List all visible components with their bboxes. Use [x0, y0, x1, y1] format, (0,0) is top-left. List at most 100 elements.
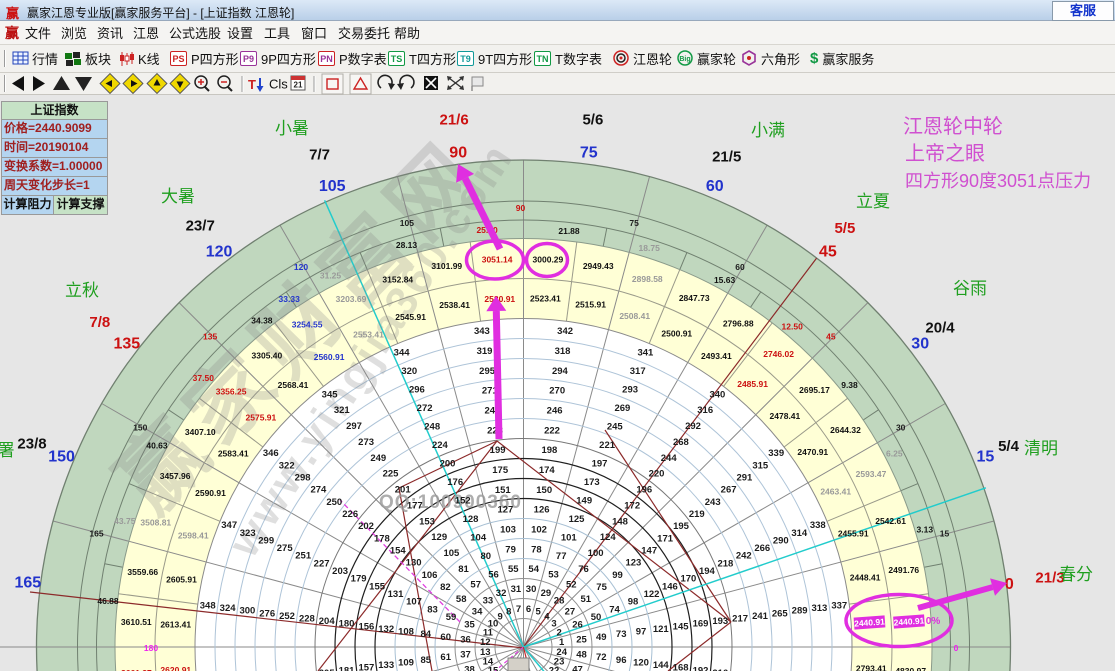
svg-text:132: 132 — [378, 624, 394, 635]
svg-text:15.63: 15.63 — [714, 275, 736, 285]
svg-text:3000.29: 3000.29 — [533, 254, 564, 264]
svg-text:323: 323 — [240, 528, 256, 539]
svg-text:15: 15 — [977, 449, 995, 466]
svg-text:51: 51 — [581, 594, 592, 605]
svg-text:春分: 春分 — [1059, 565, 1093, 584]
svg-text:175: 175 — [492, 465, 509, 476]
svg-text:82: 82 — [440, 582, 451, 593]
svg-text:2796.88: 2796.88 — [723, 318, 754, 328]
svg-text:197: 197 — [592, 459, 608, 470]
svg-text:34.38: 34.38 — [251, 316, 273, 326]
svg-text:346: 346 — [263, 448, 279, 459]
svg-text:江恩轮中轮: 江恩轮中轮 — [903, 115, 1003, 138]
svg-text:2491.76: 2491.76 — [888, 565, 919, 575]
svg-text:204: 204 — [319, 616, 336, 627]
svg-text:3508.81: 3508.81 — [140, 518, 171, 528]
svg-text:227: 227 — [314, 558, 330, 569]
svg-text:84: 84 — [421, 629, 432, 640]
svg-text:293: 293 — [622, 385, 638, 396]
svg-text:165: 165 — [14, 575, 41, 592]
svg-text:144: 144 — [653, 660, 670, 671]
svg-text:21/6: 21/6 — [439, 112, 468, 129]
svg-text:180: 180 — [339, 619, 355, 630]
svg-text:217: 217 — [732, 614, 748, 625]
svg-text:2793.41: 2793.41 — [856, 663, 887, 671]
svg-text:31.25: 31.25 — [320, 271, 342, 281]
svg-text:2613.41: 2613.41 — [160, 620, 191, 630]
svg-text:126: 126 — [534, 505, 550, 516]
svg-text:81: 81 — [458, 564, 469, 575]
svg-text:203: 203 — [332, 566, 348, 577]
svg-text:小满: 小满 — [751, 121, 785, 140]
svg-text:324: 324 — [220, 603, 237, 614]
svg-text:2583.41: 2583.41 — [218, 449, 249, 459]
svg-text:52: 52 — [566, 580, 577, 591]
svg-text:339: 339 — [768, 448, 784, 459]
svg-text:104: 104 — [470, 533, 487, 544]
svg-text:3: 3 — [551, 619, 556, 630]
svg-text:23/7: 23/7 — [186, 218, 215, 235]
svg-text:78: 78 — [531, 544, 542, 555]
svg-text:246: 246 — [547, 406, 563, 417]
svg-text:80: 80 — [481, 551, 492, 562]
svg-text:150: 150 — [133, 423, 147, 433]
svg-text:2500.91: 2500.91 — [661, 329, 692, 339]
svg-text:200: 200 — [440, 459, 456, 470]
svg-text:3610.51: 3610.51 — [121, 617, 152, 627]
svg-text:127: 127 — [497, 505, 513, 516]
svg-text:272: 272 — [417, 403, 433, 414]
svg-text:152: 152 — [455, 496, 471, 507]
svg-text:179: 179 — [351, 574, 367, 585]
svg-text:55: 55 — [508, 564, 519, 575]
svg-text:3254.55: 3254.55 — [292, 320, 323, 330]
svg-text:296: 296 — [409, 385, 425, 396]
svg-text:338: 338 — [810, 520, 826, 531]
svg-text:署: 署 — [0, 441, 15, 460]
svg-text:315: 315 — [752, 460, 769, 471]
svg-text:75: 75 — [629, 218, 639, 228]
svg-text:21/5: 21/5 — [712, 148, 741, 165]
svg-text:立夏: 立夏 — [856, 192, 890, 211]
svg-text:266: 266 — [754, 543, 770, 554]
svg-text:85: 85 — [421, 655, 432, 666]
svg-text:24: 24 — [556, 647, 567, 658]
svg-text:Big: Big — [679, 56, 690, 63]
svg-text:202: 202 — [358, 521, 374, 532]
svg-text:348: 348 — [200, 600, 216, 611]
svg-text:90: 90 — [516, 203, 526, 213]
svg-text:0: 0 — [954, 643, 959, 653]
svg-text:61: 61 — [440, 652, 451, 663]
svg-text:340: 340 — [709, 389, 725, 400]
svg-text:193: 193 — [712, 616, 728, 627]
svg-text:245: 245 — [607, 422, 624, 433]
svg-text:四方形90度3051点压力: 四方形90度3051点压力 — [905, 171, 1091, 191]
svg-text:2538.41: 2538.41 — [439, 300, 470, 310]
svg-text:196: 196 — [636, 485, 652, 496]
svg-text:165: 165 — [89, 528, 103, 538]
svg-text:37: 37 — [460, 650, 471, 661]
svg-text:319: 319 — [477, 346, 493, 357]
svg-text:60: 60 — [706, 178, 724, 195]
svg-text:立秋: 立秋 — [65, 281, 99, 300]
svg-text:195: 195 — [673, 521, 690, 532]
svg-text:2470.91: 2470.91 — [797, 447, 828, 457]
svg-text:8: 8 — [506, 606, 511, 617]
svg-text:248: 248 — [424, 422, 440, 433]
svg-text:33: 33 — [483, 596, 494, 607]
svg-text:5/4: 5/4 — [998, 438, 1020, 455]
svg-text:198: 198 — [541, 445, 557, 456]
svg-text:168: 168 — [673, 663, 689, 671]
svg-text:31: 31 — [511, 584, 522, 595]
svg-text:46.88: 46.88 — [97, 596, 119, 606]
svg-text:21: 21 — [294, 81, 303, 90]
svg-text:2695.17: 2695.17 — [799, 385, 830, 395]
svg-text:120: 120 — [294, 262, 308, 272]
svg-text:2593.47: 2593.47 — [856, 469, 887, 479]
svg-text:337: 337 — [831, 600, 847, 611]
svg-text:15: 15 — [940, 528, 950, 538]
svg-text:314: 314 — [791, 528, 808, 539]
svg-text:135: 135 — [203, 332, 217, 342]
svg-text:60: 60 — [440, 632, 451, 643]
svg-text:0%: 0% — [926, 616, 941, 627]
svg-text:2598.41: 2598.41 — [178, 530, 209, 540]
